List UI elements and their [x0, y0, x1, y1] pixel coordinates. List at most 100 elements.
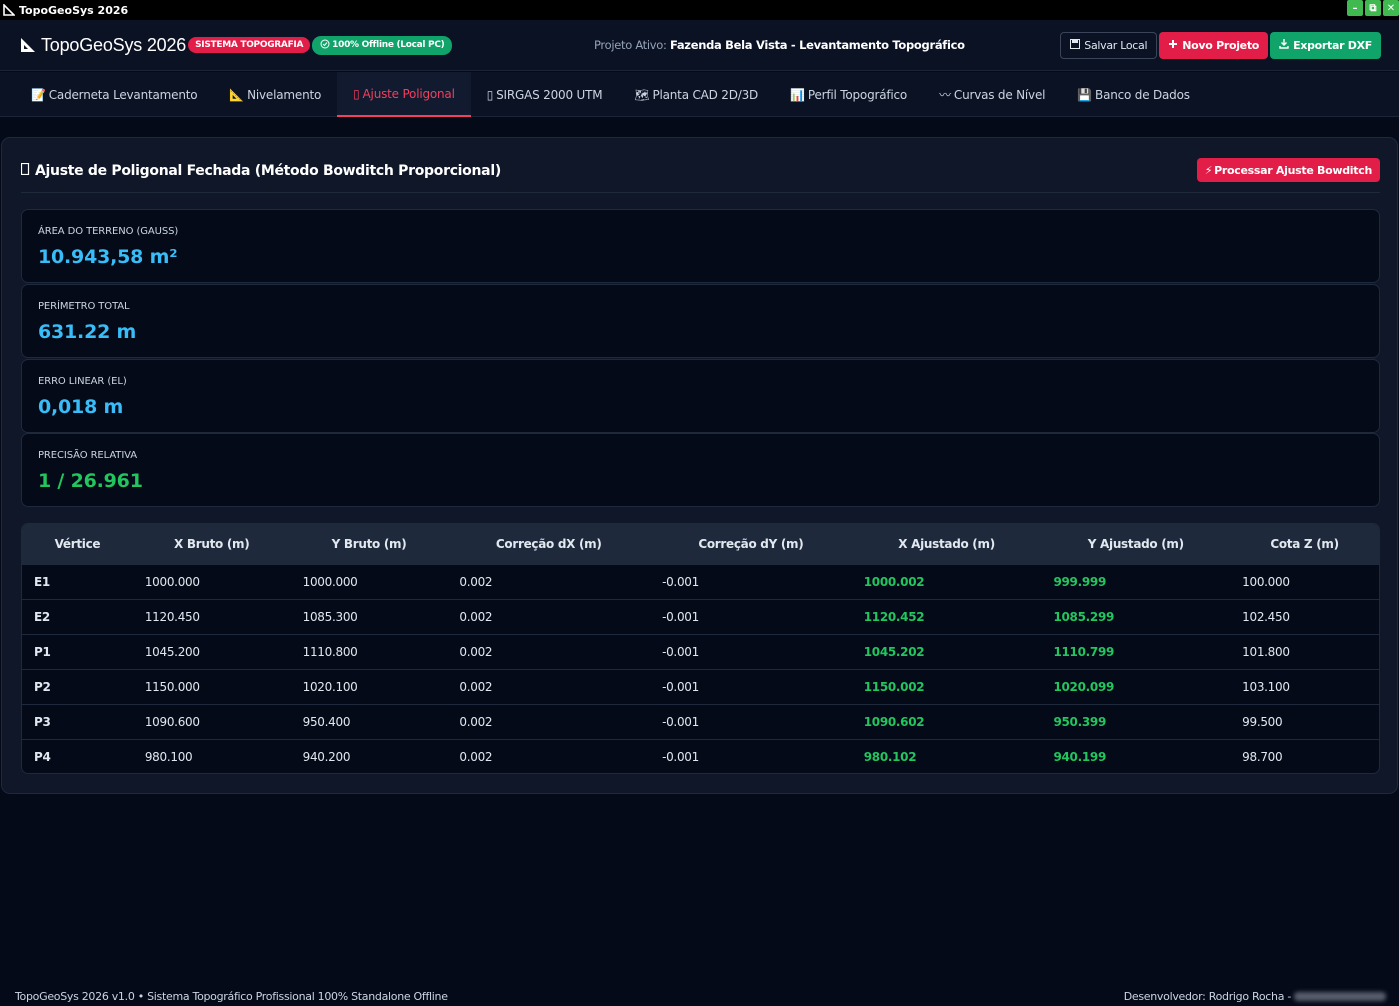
- tab-perfil[interactable]: 📊 Perfil Topográfico: [774, 72, 923, 117]
- export-dxf-button[interactable]: Exportar DXF: [1270, 32, 1381, 59]
- cell-dy: -0.001: [662, 574, 699, 589]
- table-row[interactable]: P2 1150.000 1020.100 0.002 -0.001 1150.0…: [22, 669, 1379, 704]
- cell-x-raw: 1150.000: [144, 679, 200, 694]
- column-header[interactable]: Cota Z (m): [1230, 524, 1379, 564]
- footer-version: TopoGeoSys 2026 v1.0 • Sistema Topográfi…: [15, 990, 448, 1003]
- process-bowditch-label: Processar Ajuste Bowditch: [1214, 163, 1372, 177]
- table-row[interactable]: E2 1120.450 1085.300 0.002 -0.001 1120.4…: [22, 599, 1379, 634]
- cell-z: 102.450: [1242, 609, 1290, 624]
- cell-x-adjusted: 1090.602: [863, 714, 925, 729]
- save-local-label: Salvar Local: [1084, 39, 1148, 52]
- cell-z: 103.100: [1242, 679, 1290, 694]
- stat-label: ÁREA DO TERRENO (GAUSS): [38, 226, 179, 237]
- polygon-icon: ▯: [353, 86, 360, 101]
- column-header[interactable]: Correção dY (m): [650, 524, 852, 564]
- stat-label: ERRO LINEAR (EL): [38, 376, 127, 387]
- tab-label: Ajuste Poligonal: [362, 86, 455, 101]
- brand: TopoGeoSys 2026 SISTEMA TOPOGRAFIA 100% …: [19, 34, 453, 56]
- map-icon: 🗺: [634, 87, 650, 102]
- column-header[interactable]: Correção dX (m): [447, 524, 650, 564]
- offline-badge: 100% Offline (Local PC): [312, 35, 453, 55]
- cell-z: 99.500: [1242, 714, 1283, 729]
- tab-banco-dados[interactable]: 💾 Banco de Dados: [1061, 72, 1206, 117]
- developer-label: Desenvolvedor: Rodrigo Rocha -: [1123, 990, 1292, 1003]
- minimize-button[interactable]: –: [1347, 0, 1363, 16]
- tab-label: Nivelamento: [247, 87, 322, 102]
- tab-sirgas[interactable]: ▯ SIRGAS 2000 UTM: [471, 72, 619, 117]
- ruler-triangle-icon: [19, 36, 37, 54]
- stat-area: ÁREA DO TERRENO (GAUSS) 10.943,58 m²: [21, 209, 1380, 283]
- project-label: Projeto Ativo:: [594, 38, 667, 52]
- tab-label: SIRGAS 2000 UTM: [496, 87, 603, 102]
- plus-icon: [1168, 39, 1178, 52]
- cell-y-adjusted: 999.999: [1053, 574, 1106, 589]
- cell-x-adjusted: 1150.002: [863, 679, 925, 694]
- tab-caderneta[interactable]: 📝 Caderneta Levantamento: [15, 72, 213, 117]
- close-button[interactable]: ✕: [1383, 0, 1399, 16]
- ruler-icon: 📐: [229, 87, 245, 102]
- save-local-button[interactable]: Salvar Local: [1060, 32, 1158, 59]
- window-titlebar: TopoGeoSys 2026 – ⧉ ✕: [0, 0, 1399, 20]
- stat-value: 1 / 26.961: [38, 470, 143, 492]
- cell-x-adjusted: 1045.202: [863, 644, 925, 659]
- cell-z: 101.800: [1242, 644, 1290, 659]
- stat-perimeter: PERÍMETRO TOTAL 631.22 m: [21, 284, 1380, 358]
- cell-x-raw: 1120.450: [144, 609, 200, 624]
- panel-title: Ajuste de Poligonal Fechada (Método Bowd…: [20, 162, 501, 179]
- cell-y-adjusted: 1020.099: [1053, 679, 1115, 694]
- column-header[interactable]: Vértice: [22, 524, 133, 564]
- tab-nivelamento[interactable]: 📐 Nivelamento: [213, 72, 337, 117]
- table-row[interactable]: E1 1000.000 1000.000 0.002 -0.001 1000.0…: [22, 564, 1379, 599]
- cell-dx: 0.002: [459, 679, 493, 694]
- new-project-label: Novo Projeto: [1182, 39, 1260, 52]
- cell-y-raw: 1110.800: [302, 644, 358, 659]
- active-project: Projeto Ativo: Fazenda Bela Vista - Leva…: [594, 38, 965, 52]
- column-header[interactable]: Y Bruto (m): [291, 524, 448, 564]
- header-actions: Salvar Local Novo Projeto Exportar DXF: [1060, 32, 1381, 59]
- tab-label: Perfil Topográfico: [807, 87, 908, 102]
- tab-label: Caderneta Levantamento: [48, 87, 198, 102]
- cell-z: 100.000: [1242, 574, 1290, 589]
- window-controls: – ⧉ ✕: [1347, 0, 1399, 16]
- cell-dx: 0.002: [459, 714, 493, 729]
- column-header[interactable]: Y Ajustado (m): [1041, 524, 1230, 564]
- table-row[interactable]: P4 980.100 940.200 0.002 -0.001 980.102 …: [22, 739, 1379, 773]
- globe-icon: ▯: [486, 87, 494, 102]
- cell-x-raw: 1045.200: [144, 644, 200, 659]
- cell-x-raw: 1000.000: [144, 574, 200, 589]
- cell-dy: -0.001: [662, 714, 699, 729]
- lightning-icon: ⚡: [1204, 163, 1213, 177]
- tab-ajuste-poligonal[interactable]: ▯ Ajuste Poligonal: [337, 72, 471, 117]
- cell-y-raw: 940.200: [302, 749, 351, 764]
- traverse-adjust-panel: Ajuste de Poligonal Fechada (Método Bowd…: [1, 137, 1398, 794]
- adjustment-table: Vértice X Bruto (m) Y Bruto (m) Correção…: [21, 523, 1380, 774]
- table-row[interactable]: P3 1090.600 950.400 0.002 -0.001 1090.60…: [22, 704, 1379, 739]
- column-header[interactable]: X Bruto (m): [133, 524, 291, 564]
- stat-label: PERÍMETRO TOTAL: [38, 301, 130, 312]
- cell-y-raw: 1000.000: [302, 574, 358, 589]
- maximize-button[interactable]: ⧉: [1365, 0, 1381, 16]
- tab-curvas[interactable]: 〰 Curvas de Nível: [923, 72, 1061, 117]
- cell-y-raw: 950.400: [302, 714, 351, 729]
- brand-name: TopoGeoSys 2026: [41, 34, 187, 55]
- status-footer: TopoGeoSys 2026 v1.0 • Sistema Topográfi…: [0, 986, 1399, 1006]
- tab-label: Planta CAD 2D/3D: [652, 87, 759, 102]
- stat-value: 631.22 m: [38, 321, 137, 343]
- process-bowditch-button[interactable]: ⚡ Processar Ajuste Bowditch: [1196, 158, 1380, 182]
- table-row[interactable]: P1 1045.200 1110.800 0.002 -0.001 1045.2…: [22, 634, 1379, 669]
- tab-label: Banco de Dados: [1095, 87, 1190, 102]
- cell-dx: 0.002: [459, 609, 493, 624]
- new-project-button[interactable]: Novo Projeto: [1159, 32, 1269, 59]
- cell-vertex: P3: [34, 714, 51, 729]
- offline-badge-label: 100% Offline (Local PC): [332, 40, 445, 50]
- cell-dy: -0.001: [662, 609, 699, 624]
- polygon-icon: [20, 162, 30, 179]
- column-header[interactable]: X Ajustado (m): [852, 524, 1042, 564]
- cell-x-adjusted: 980.102: [863, 749, 917, 764]
- chart-icon: 📊: [790, 87, 805, 102]
- cell-x-raw: 1090.600: [144, 714, 200, 729]
- cell-y-adjusted: 1110.799: [1053, 644, 1115, 659]
- cell-x-adjusted: 1000.002: [863, 574, 925, 589]
- tab-planta-cad[interactable]: 🗺 Planta CAD 2D/3D: [618, 72, 774, 117]
- cell-y-adjusted: 950.399: [1053, 714, 1106, 729]
